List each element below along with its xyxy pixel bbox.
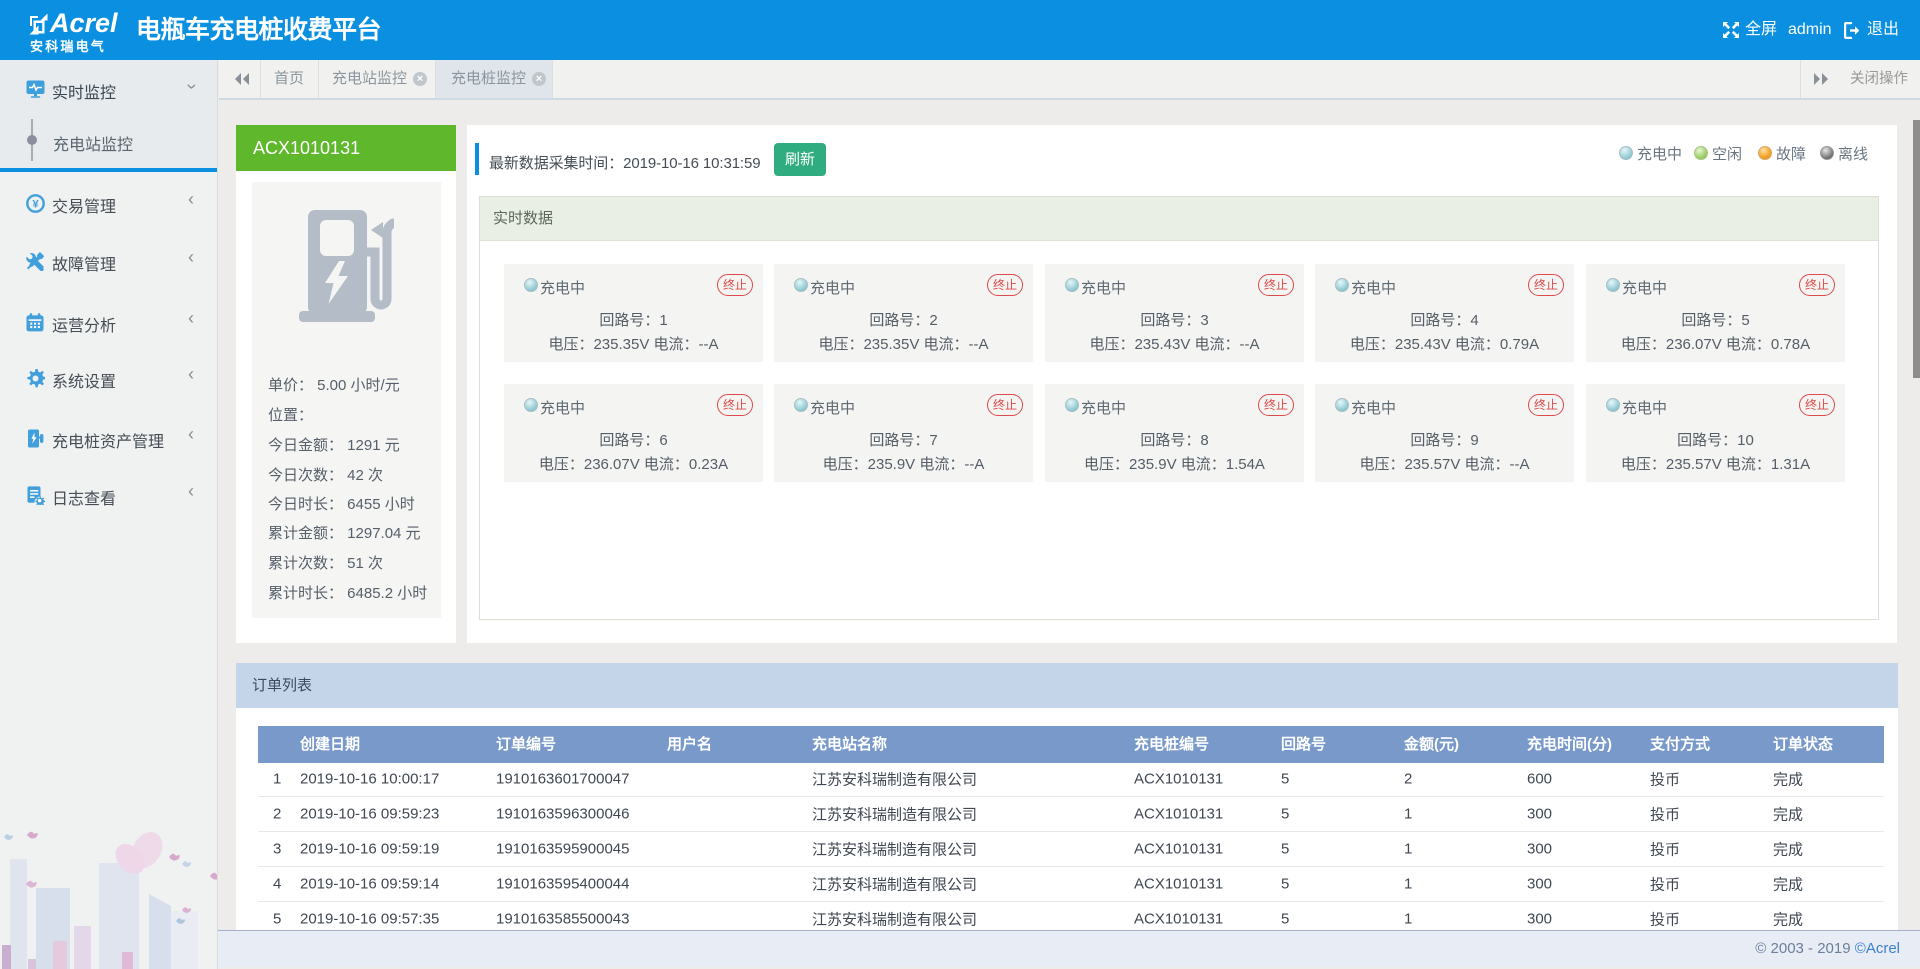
svg-text:¥: ¥ (32, 199, 39, 211)
